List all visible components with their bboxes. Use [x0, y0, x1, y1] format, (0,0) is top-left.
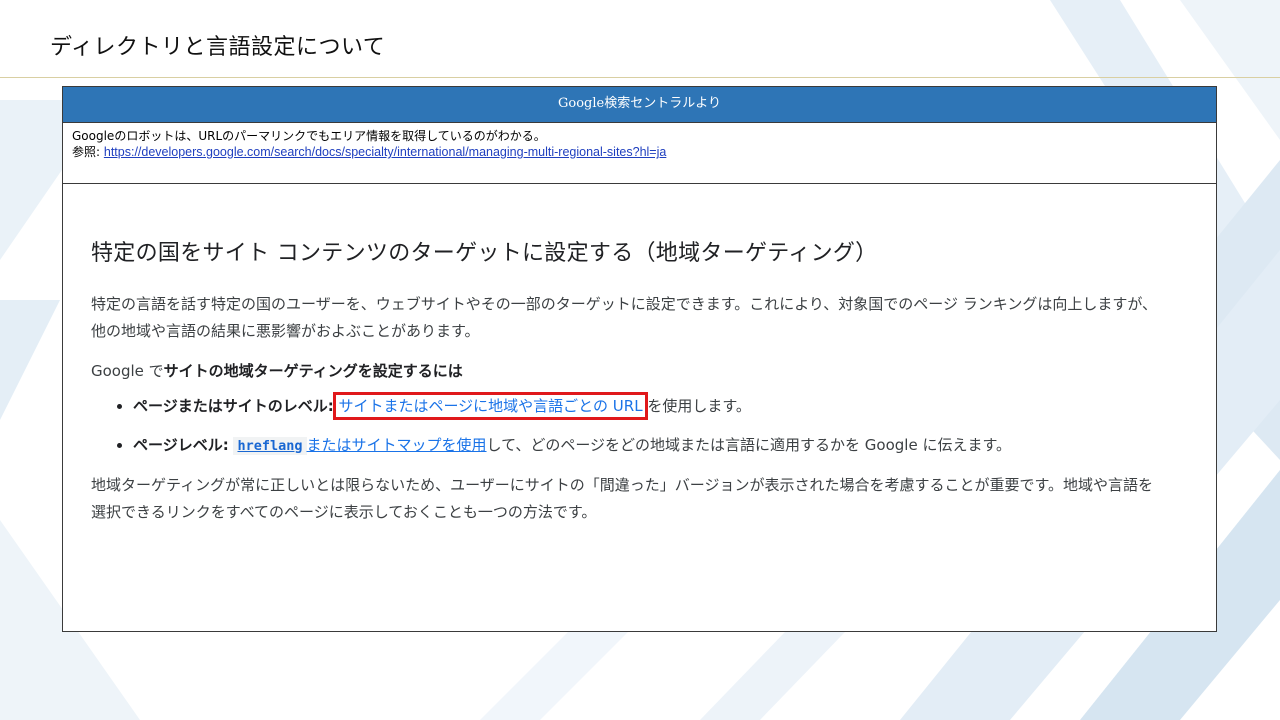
reference-panel: Google検索セントラルより Googleのロボットは、URLのパーマリンクで…: [62, 86, 1217, 632]
note-row: Googleのロボットは、URLのパーマリンクでもエリア情報を取得しているのがわ…: [63, 123, 1216, 184]
bullet-label: ページまたはサイトのレベル:: [133, 397, 334, 415]
bullet-suffix: して、どのページをどの地域または言語に適用するかを Google に伝えます。: [486, 436, 1011, 454]
sitemap-link[interactable]: またはサイトマップを使用: [307, 436, 487, 454]
doc-bullet-item: ページレベル: hreflangまたはサイトマップを使用して、どのページをどの地…: [133, 432, 1167, 459]
doc-bullet-list: ページまたはサイトのレベル: サイトまたはページに地域や言語ごとの URL を使…: [91, 392, 1167, 459]
doc-closing: 地域ターゲティングが常に正しいとは限らないため、ユーザーにサイトの「間違った」バ…: [91, 476, 1154, 521]
bullet-label: ページレベル:: [133, 436, 229, 454]
doc-heading: 特定の国をサイト コンテンツのターゲットに設定する（地域ターゲティング）: [91, 241, 878, 266]
bullet-suffix: を使用します。: [647, 397, 751, 415]
doc-lead-bold: サイトの地域ターゲティングを設定するには: [163, 362, 463, 380]
doc-lead-prefix: Google で: [91, 362, 164, 380]
panel-header: Google検索セントラルより: [63, 87, 1216, 123]
reference-line: 参照: https://developers.google.com/search…: [72, 144, 1207, 160]
reference-link[interactable]: https://developers.google.com/search/doc…: [104, 145, 666, 159]
doc-bullet-item: ページまたはサイトのレベル: サイトまたはページに地域や言語ごとの URL を使…: [133, 392, 1167, 420]
slide-title: ディレクトリと言語設定について: [50, 35, 386, 60]
note-text: Googleのロボットは、URLのパーマリンクでもエリア情報を取得しているのがわ…: [72, 129, 546, 143]
reference-label: 参照:: [72, 145, 101, 159]
doc-lead: Google でサイトの地域ターゲティングを設定するには: [91, 358, 1167, 385]
doc-intro: 特定の言語を話す特定の国のユーザーを、ウェブサイトやその一部のターゲットに設定で…: [91, 295, 1158, 340]
hreflang-code-link[interactable]: hreflang: [233, 437, 307, 455]
title-divider: [0, 77, 1280, 78]
embedded-doc-screenshot: 特定の国をサイト コンテンツのターゲットに設定する（地域ターゲティング） 特定の…: [73, 215, 1185, 539]
highlighted-url-link[interactable]: サイトまたはページに地域や言語ごとの URL: [333, 392, 648, 420]
